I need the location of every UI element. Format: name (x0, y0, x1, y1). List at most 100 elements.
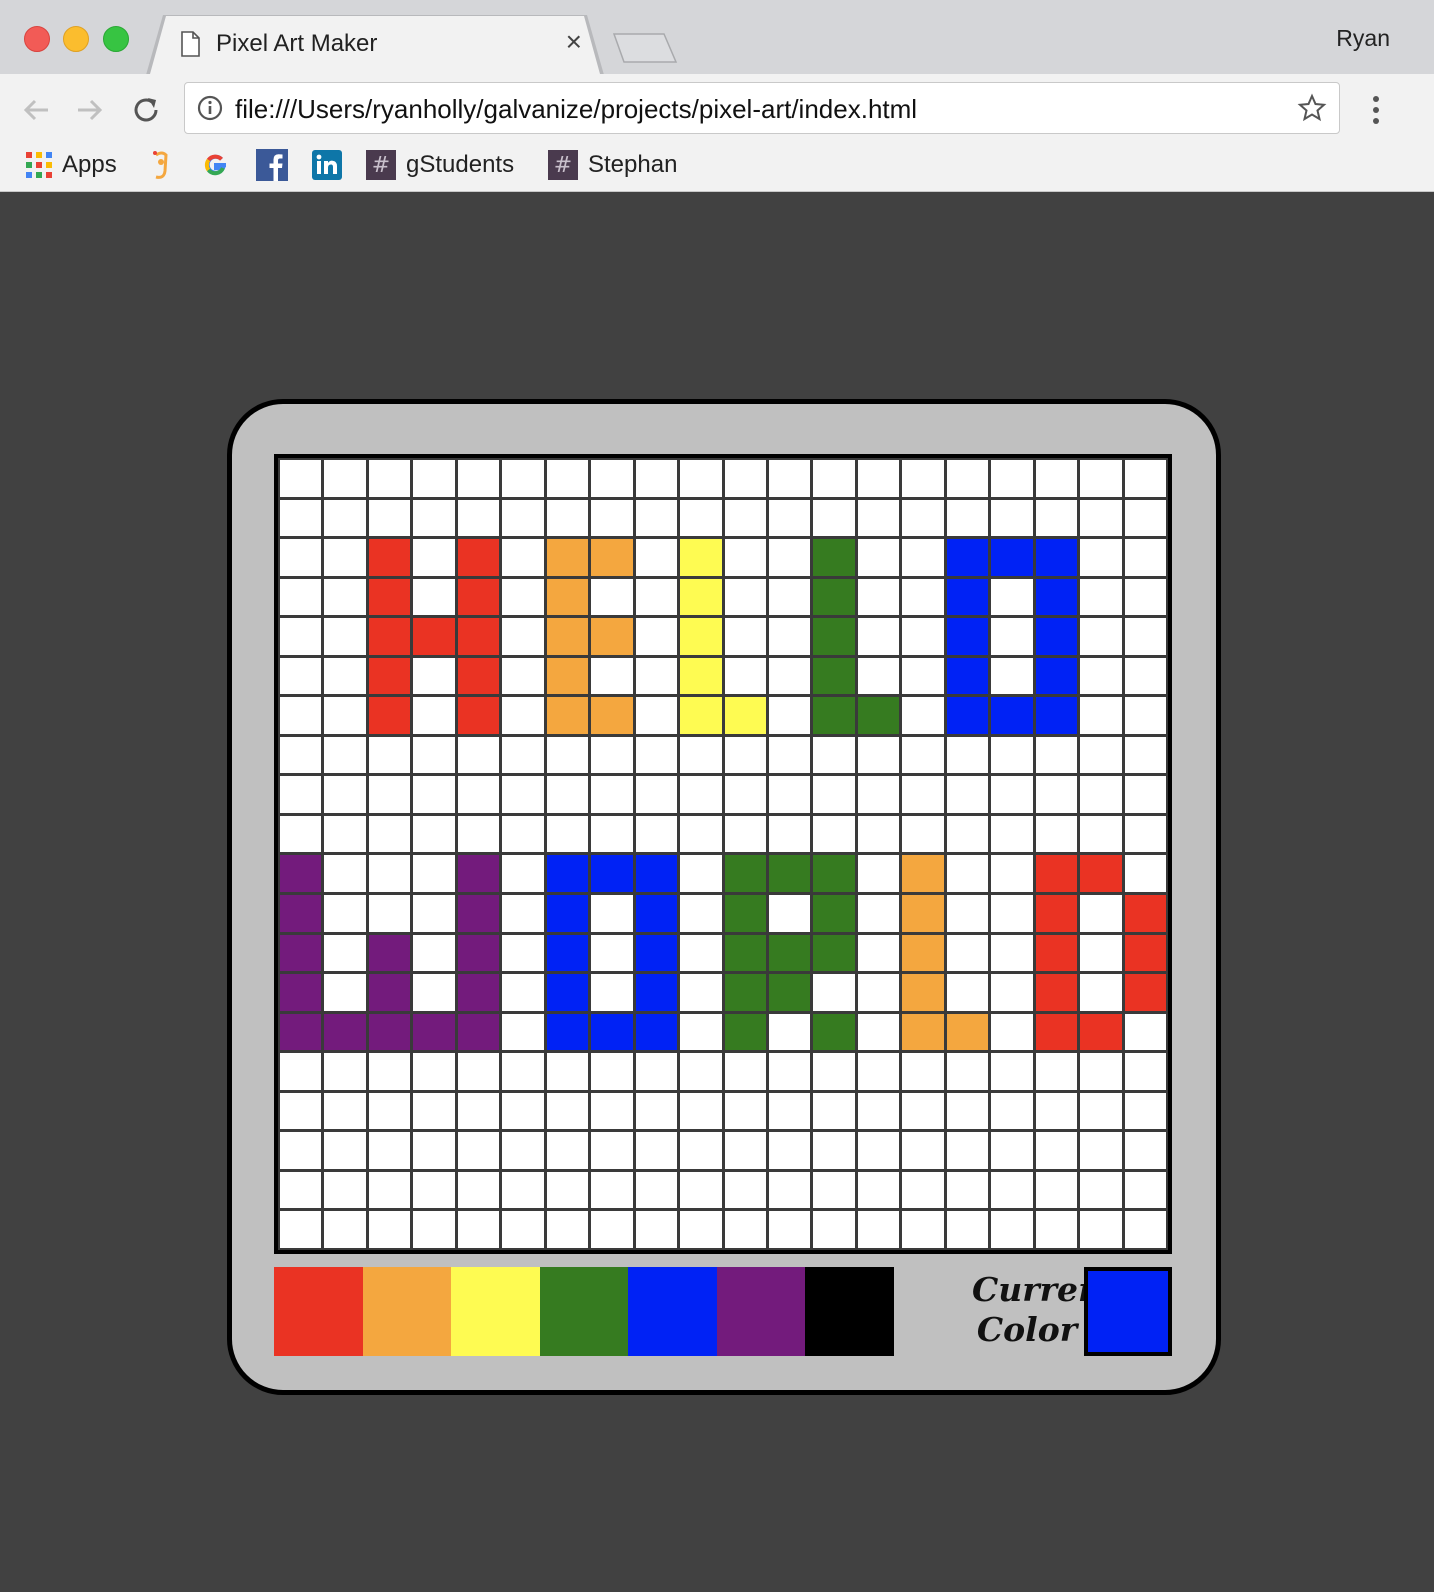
pixel-cell[interactable] (1124, 855, 1166, 893)
pixel-cell[interactable] (991, 855, 1033, 893)
pixel-cell[interactable] (368, 1211, 411, 1248)
pixel-cell[interactable] (368, 895, 411, 932)
pixel-cell[interactable] (502, 1211, 544, 1248)
pixel-cell[interactable] (724, 1013, 766, 1051)
pixel-cell[interactable] (457, 1171, 500, 1209)
pixel-cell[interactable] (502, 1092, 544, 1130)
pixel-cell[interactable] (591, 1013, 633, 1051)
pixel-cell[interactable] (991, 1211, 1033, 1248)
pixel-cell[interactable] (413, 736, 455, 774)
pixel-cell[interactable] (680, 855, 722, 893)
palette-swatch-yellow[interactable] (451, 1267, 540, 1356)
pixel-cell[interactable] (680, 618, 722, 655)
pixel-cell[interactable] (280, 1092, 322, 1130)
pixel-cell[interactable] (546, 578, 589, 616)
pixel-cell[interactable] (813, 895, 855, 932)
pixel-cell[interactable] (1124, 1211, 1166, 1248)
pixel-cell[interactable] (680, 697, 722, 734)
pixel-cell[interactable] (413, 934, 455, 972)
pixel-cell[interactable] (324, 855, 366, 893)
pixel-cell[interactable] (546, 657, 589, 695)
pixel-cell[interactable] (724, 815, 766, 853)
pixel-cell[interactable] (1080, 460, 1122, 497)
pixel-cell[interactable] (324, 618, 366, 655)
pixel-cell[interactable] (902, 776, 944, 813)
pixel-cell[interactable] (680, 1132, 722, 1169)
pixel-cell[interactable] (724, 776, 766, 813)
pixel-cell[interactable] (457, 460, 500, 497)
pixel-cell[interactable] (591, 1171, 633, 1209)
pixel-cell[interactable] (413, 974, 455, 1011)
pixel-cell[interactable] (813, 618, 855, 655)
pixel-cell[interactable] (413, 1171, 455, 1209)
minimize-window-button[interactable] (63, 26, 89, 52)
pixel-cell[interactable] (457, 499, 500, 537)
pixel-cell[interactable] (413, 855, 455, 893)
pixel-cell[interactable] (457, 1132, 500, 1169)
pixel-cell[interactable] (546, 934, 589, 972)
pixel-cell[interactable] (1035, 1132, 1078, 1169)
pixel-cell[interactable] (813, 855, 855, 893)
pixel-cell[interactable] (635, 1171, 678, 1209)
pixel-cell[interactable] (502, 1053, 544, 1090)
pixel-cell[interactable] (324, 736, 366, 774)
pixel-cell[interactable] (680, 460, 722, 497)
pixel-cell[interactable] (857, 934, 900, 972)
pixel-cell[interactable] (368, 657, 411, 695)
pixel-cell[interactable] (280, 776, 322, 813)
pixel-cell[interactable] (724, 1171, 766, 1209)
pixel-cell[interactable] (813, 974, 855, 1011)
pixel-cell[interactable] (635, 578, 678, 616)
pixel-cell[interactable] (768, 815, 811, 853)
pixel-cell[interactable] (1124, 1092, 1166, 1130)
pixel-cell[interactable] (280, 1132, 322, 1169)
pixel-cell[interactable] (902, 1092, 944, 1130)
pixel-cell[interactable] (813, 776, 855, 813)
pixel-cell[interactable] (324, 934, 366, 972)
pixel-cell[interactable] (413, 460, 455, 497)
pixel-cell[interactable] (591, 974, 633, 1011)
pixel-cell[interactable] (1035, 1092, 1078, 1130)
pixel-cell[interactable] (280, 895, 322, 932)
pixel-cell[interactable] (635, 815, 678, 853)
maximize-window-button[interactable] (103, 26, 129, 52)
pixel-cell[interactable] (991, 895, 1033, 932)
pixel-cell[interactable] (457, 895, 500, 932)
pixel-cell[interactable] (991, 460, 1033, 497)
pixel-cell[interactable] (902, 895, 944, 932)
pixel-cell[interactable] (768, 618, 811, 655)
pixel-cell[interactable] (413, 618, 455, 655)
pixel-cell[interactable] (1080, 1171, 1122, 1209)
pixel-cell[interactable] (902, 1171, 944, 1209)
pixel-cell[interactable] (1080, 578, 1122, 616)
info-icon[interactable] (197, 95, 223, 121)
pixel-cell[interactable] (635, 974, 678, 1011)
pixel-cell[interactable] (768, 657, 811, 695)
pixel-cell[interactable] (324, 1053, 366, 1090)
pixel-cell[interactable] (368, 815, 411, 853)
pixel-cell[interactable] (502, 776, 544, 813)
pixel-cell[interactable] (680, 815, 722, 853)
pixel-cell[interactable] (724, 539, 766, 576)
pixel-cell[interactable] (457, 815, 500, 853)
pixel-cell[interactable] (457, 539, 500, 576)
pixel-cell[interactable] (324, 1211, 366, 1248)
pixel-cell[interactable] (768, 1053, 811, 1090)
pixel-cell[interactable] (1124, 657, 1166, 695)
pixel-cell[interactable] (502, 1013, 544, 1051)
pixel-cell[interactable] (635, 895, 678, 932)
pixel-cell[interactable] (635, 460, 678, 497)
pixel-cell[interactable] (1124, 736, 1166, 774)
pixel-cell[interactable] (635, 855, 678, 893)
pixel-cell[interactable] (902, 736, 944, 774)
pixel-cell[interactable] (324, 578, 366, 616)
pixel-cell[interactable] (857, 539, 900, 576)
pixel-cell[interactable] (1080, 1132, 1122, 1169)
pixel-cell[interactable] (635, 1132, 678, 1169)
pixel-cell[interactable] (457, 776, 500, 813)
pixel-cell[interactable] (502, 815, 544, 853)
pixel-cell[interactable] (768, 855, 811, 893)
pixel-cell[interactable] (1124, 499, 1166, 537)
pixel-cell[interactable] (280, 618, 322, 655)
pixel-cell[interactable] (680, 1171, 722, 1209)
